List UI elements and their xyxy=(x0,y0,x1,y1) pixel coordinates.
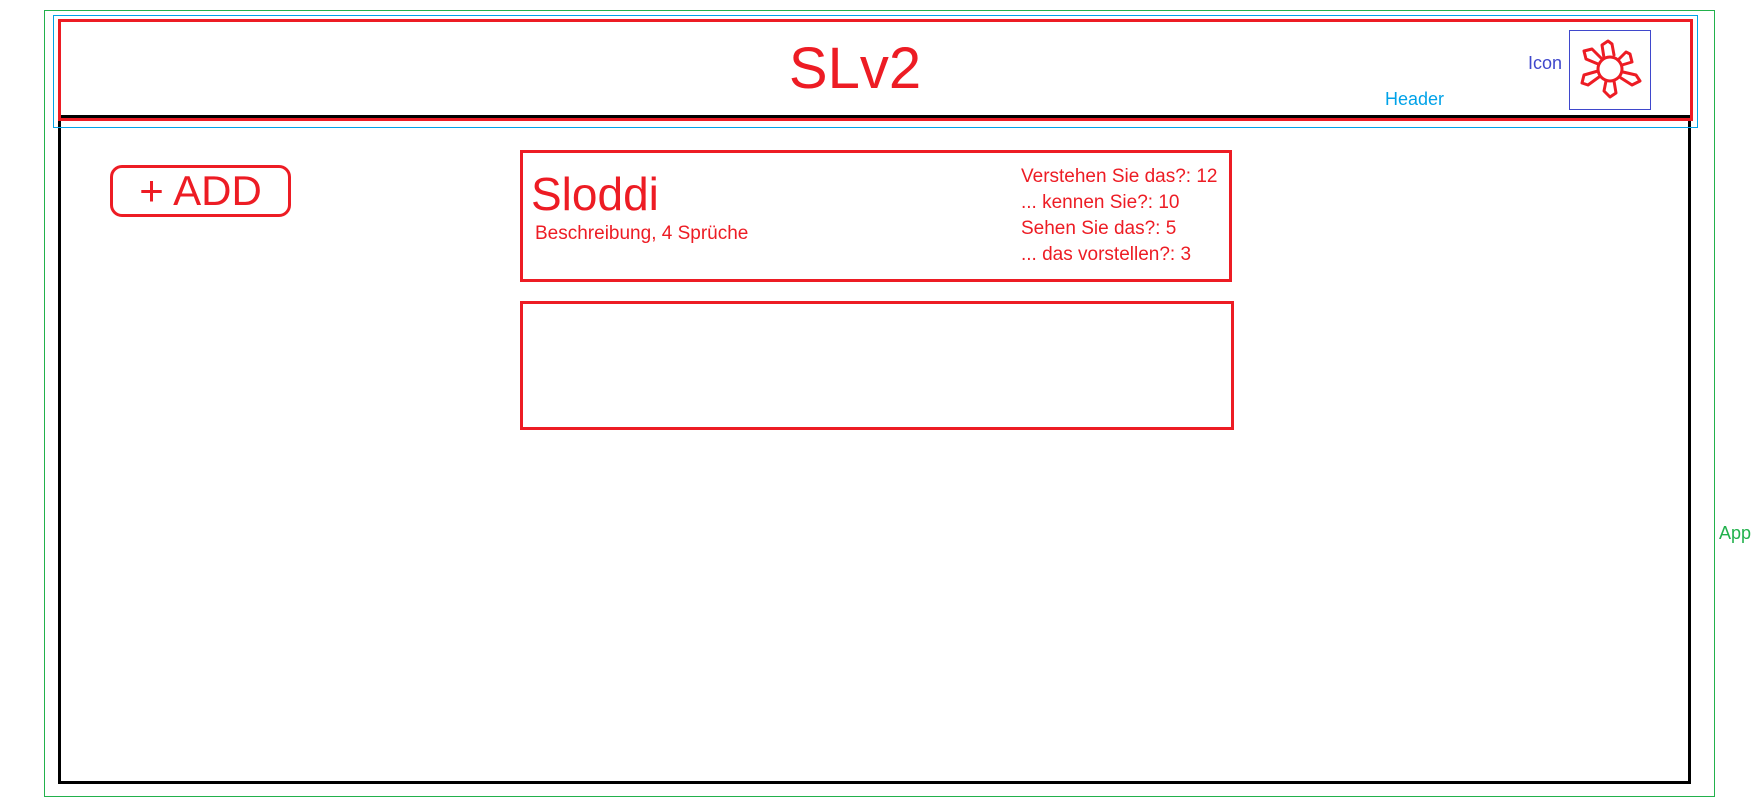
add-button[interactable]: + ADD xyxy=(110,165,291,217)
app-title: SLv2 xyxy=(788,36,922,101)
empty-list-item-card[interactable] xyxy=(520,301,1234,430)
card-description: Beschreibung, 4 Sprüche xyxy=(535,223,749,244)
list-item-card[interactable]: Sloddi Beschreibung, 4 Sprüche Verstehen… xyxy=(520,150,1232,282)
card-stat-line: ... kennen Sie?: 10 xyxy=(1021,192,1180,213)
card-stat-line: Sehen Sie das?: 5 xyxy=(1021,218,1177,239)
icon-label: Icon xyxy=(1528,53,1563,73)
card-stats: Verstehen Sie das?: 12 ... kennen Sie?: … xyxy=(1021,164,1217,268)
app-label: App xyxy=(1719,523,1752,543)
sun-doodle-svg xyxy=(1580,39,1642,99)
card-title: Sloddi xyxy=(531,168,659,220)
sun-doodle-icon[interactable] xyxy=(1569,30,1651,110)
card-stat-line: Verstehen Sie das?: 12 xyxy=(1021,166,1218,187)
card-stat-line: ... das vorstellen?: 3 xyxy=(1021,244,1192,265)
